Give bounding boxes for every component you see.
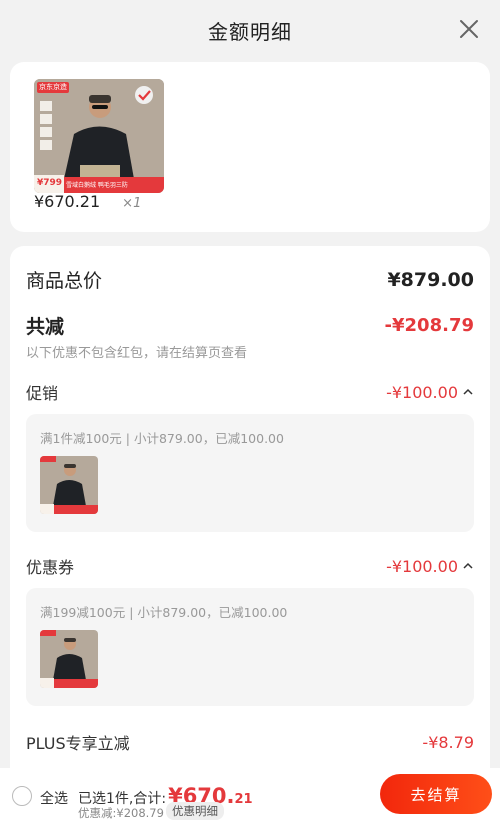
total-price-value: ¥879.00 [387, 268, 474, 291]
plus-row: PLUS专享立减 -¥8.79 [26, 730, 474, 754]
discount-detail-button[interactable]: 优惠明细 [166, 802, 224, 820]
promo-row[interactable]: 促销 -¥100.00 [26, 380, 474, 404]
product-card: 京东京造 ¥799 雪域白鹅绒 鸭毛羽三防 ¥670.21 ×1 [10, 62, 490, 232]
close-icon[interactable] [458, 18, 480, 40]
amount-detail-card: 商品总价 ¥879.00 共减 -¥208.79 以下优惠不包含红包，请在结算页… [10, 246, 490, 786]
chevron-up-icon[interactable] [462, 560, 474, 572]
select-all-label[interactable]: 全选 [40, 788, 68, 808]
plus-value: -¥8.79 [422, 732, 474, 752]
product-quantity: ×1 [122, 196, 142, 211]
promo-value: -¥100.00 [386, 382, 458, 402]
coupon-product-thumbnail [40, 630, 98, 688]
coupon-value: -¥100.00 [386, 556, 458, 576]
total-price-label: 商品总价 [26, 270, 103, 292]
coupon-row[interactable]: 优惠券 -¥100.00 [26, 554, 474, 578]
total-amount-decimal: 21 [234, 792, 253, 807]
promo-product-thumbnail [40, 456, 98, 514]
plus-label: PLUS专享立减 [26, 734, 130, 753]
bottom-bar: 全选 已选1件,合计: ¥670. 21 优惠减:¥208.79 优惠明细 去结… [0, 768, 500, 820]
coupon-detail-box: 满199减100元 | 小计879.00，已减100.00 [26, 588, 474, 706]
product-price: ¥670.21 [34, 192, 101, 211]
page-title: 金额明细 [208, 19, 292, 44]
reduction-note: 以下优惠不包含红包，请在结算页查看 [26, 346, 248, 361]
image-price: ¥799 [37, 178, 63, 188]
select-all-radio[interactable] [12, 786, 32, 806]
promo-detail-box: 满1件减100元 | 小计879.00，已减100.00 [26, 414, 474, 532]
coupon-label: 优惠券 [26, 558, 75, 577]
checkout-button[interactable]: 去结算 [380, 774, 492, 814]
reduction-label: 共减 [26, 316, 65, 338]
product-price-line: ¥670.21 ×1 [34, 192, 141, 211]
coupon-detail-text: 满199减100元 | 小计879.00，已减100.00 [40, 605, 288, 620]
promo-label: 促销 [26, 384, 59, 403]
chevron-up-icon[interactable] [462, 386, 474, 398]
image-caption: 雪域白鹅绒 鸭毛羽三防 [66, 182, 128, 189]
discount-text: 优惠减:¥208.79 [78, 806, 164, 820]
total-price-row: 商品总价 ¥879.00 [26, 266, 474, 293]
header: 金额明细 [0, 0, 500, 60]
reduction-row: 共减 -¥208.79 [26, 312, 474, 339]
reduction-value: -¥208.79 [384, 315, 474, 336]
product-image[interactable]: 京东京造 ¥799 雪域白鹅绒 鸭毛羽三防 [34, 79, 164, 193]
store-tag: 京东京造 [39, 83, 67, 91]
promo-detail-text: 满1件减100元 | 小计879.00，已减100.00 [40, 431, 284, 446]
